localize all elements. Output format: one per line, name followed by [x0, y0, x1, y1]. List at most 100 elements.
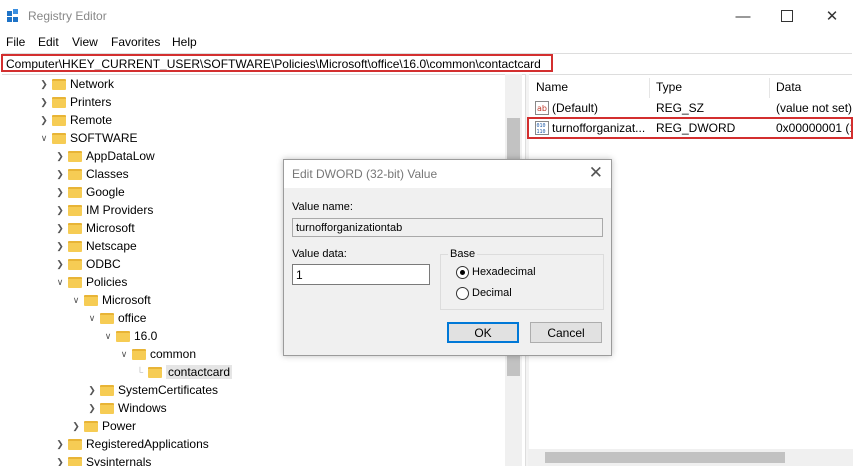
folder-icon	[68, 204, 82, 216]
tree-item-16-0[interactable]: ∨ 16.0	[102, 327, 158, 345]
tree-item-odbc[interactable]: ❯ ODBC	[54, 255, 120, 273]
collapse-icon[interactable]: ∨	[38, 129, 50, 147]
tree-item-policies[interactable]: ∨ Policies	[54, 273, 128, 291]
column-header-data[interactable]: Data	[776, 80, 801, 94]
expand-icon[interactable]: ❯	[86, 399, 98, 417]
address-bar[interactable]: Computer\HKEY_CURRENT_USER\SOFTWARE\Poli…	[2, 53, 852, 75]
column-separator[interactable]	[649, 78, 650, 98]
minimize-button[interactable]: —	[720, 0, 766, 32]
folder-icon	[148, 366, 162, 378]
minimize-icon: —	[735, 7, 751, 25]
folder-icon	[68, 456, 82, 466]
decimal-label[interactable]: Decimal	[472, 287, 512, 299]
collapse-icon[interactable]: ∨	[118, 345, 130, 363]
value-data-input[interactable]: 1	[292, 264, 430, 285]
close-icon: ✕	[588, 163, 603, 182]
column-header-type[interactable]: Type	[656, 80, 682, 94]
tree-item-power[interactable]: ❯ Power	[70, 417, 136, 435]
folder-icon	[116, 330, 130, 342]
value-data: 0x00000001 (1)	[776, 121, 853, 135]
tree-item-software[interactable]: ∨ SOFTWARE	[38, 129, 138, 147]
menu-file[interactable]: File	[6, 35, 25, 49]
svg-text:ab: ab	[537, 104, 547, 113]
expand-icon[interactable]: ❯	[86, 381, 98, 399]
tree-item-google[interactable]: ❯ Google	[54, 183, 124, 201]
collapse-icon[interactable]: ∨	[54, 273, 66, 291]
tree-item-network[interactable]: ❯ Network	[38, 75, 114, 93]
dialog-title-bar: Edit DWORD (32-bit) Value ✕	[284, 160, 611, 188]
tree-item-appdatalow[interactable]: ❯ AppDataLow	[54, 147, 155, 165]
tree-item-printers[interactable]: ❯ Printers	[38, 93, 111, 111]
expand-icon[interactable]: ❯	[54, 219, 66, 237]
binary-value-icon: 010 110	[535, 121, 549, 135]
expand-icon[interactable]: ❯	[54, 165, 66, 183]
tree-item-policies-microsoft[interactable]: ∨ Microsoft	[70, 291, 151, 309]
cancel-button[interactable]: Cancel	[530, 322, 602, 343]
menu-help[interactable]: Help	[172, 35, 197, 49]
expand-icon[interactable]: ❯	[70, 417, 82, 435]
maximize-button[interactable]	[764, 0, 810, 32]
folder-icon	[52, 96, 66, 108]
expand-icon[interactable]: ❯	[38, 75, 50, 93]
address-path[interactable]: Computer\HKEY_CURRENT_USER\SOFTWARE\Poli…	[6, 57, 541, 71]
menu-edit[interactable]: Edit	[38, 35, 59, 49]
folder-icon	[100, 312, 114, 324]
tree-item-registeredapplications[interactable]: ❯ RegisteredApplications	[54, 435, 209, 453]
expand-icon[interactable]: ❯	[54, 435, 66, 453]
folder-icon	[100, 402, 114, 414]
menu-favorites[interactable]: Favorites	[111, 35, 160, 49]
tree-item-common[interactable]: ∨ common	[118, 345, 196, 363]
folder-icon	[84, 294, 98, 306]
tree-item-windows[interactable]: ❯ Windows	[86, 399, 166, 417]
expand-icon[interactable]: ❯	[54, 183, 66, 201]
expand-icon[interactable]: ❯	[54, 201, 66, 219]
hexadecimal-label[interactable]: Hexadecimal	[472, 266, 536, 278]
list-scroll-thumb[interactable]	[545, 452, 785, 463]
tree-item-office[interactable]: ∨ office	[86, 309, 147, 327]
hexadecimal-radio[interactable]	[456, 266, 469, 279]
tree-item-remote[interactable]: ❯ Remote	[38, 111, 112, 129]
menu-bar: File Edit View Favorites Help	[0, 32, 853, 52]
tree-item-netscape[interactable]: ❯ Netscape	[54, 237, 136, 255]
expand-icon[interactable]: ❯	[38, 111, 50, 129]
tree-item-sysinternals[interactable]: ❯ Sysinternals	[54, 453, 151, 466]
value-type: REG_DWORD	[656, 121, 736, 135]
tree-item-classes[interactable]: ❯ Classes	[54, 165, 128, 183]
maximize-icon	[781, 10, 793, 22]
column-separator[interactable]	[769, 78, 770, 98]
edit-dword-dialog: Edit DWORD (32-bit) Value ✕ Value name: …	[283, 159, 612, 356]
tree-connector: └	[136, 367, 144, 377]
folder-icon	[52, 132, 66, 144]
menu-view[interactable]: View	[72, 35, 98, 49]
column-header-name[interactable]: Name	[536, 80, 568, 94]
close-icon: ✕	[825, 8, 839, 25]
expand-icon[interactable]: ❯	[54, 255, 66, 273]
close-button[interactable]: ✕	[809, 0, 853, 32]
collapse-icon[interactable]: ∨	[70, 291, 82, 309]
value-type: REG_SZ	[656, 101, 705, 115]
tree-item-im-providers[interactable]: ❯ IM Providers	[54, 201, 153, 219]
folder-icon	[68, 150, 82, 162]
value-row-turnofforganizationtab[interactable]: 010 110 turnofforganizat... REG_DWORD 0x…	[528, 119, 853, 137]
base-label: Base	[448, 248, 478, 260]
string-value-icon: ab	[535, 101, 549, 115]
window-title: Registry Editor	[28, 9, 107, 23]
ok-button[interactable]: OK	[447, 322, 519, 343]
collapse-icon[interactable]: ∨	[102, 327, 114, 345]
decimal-radio[interactable]	[456, 287, 469, 300]
expand-icon[interactable]: ❯	[54, 453, 66, 466]
expand-icon[interactable]: ❯	[38, 93, 50, 111]
base-groupbox	[440, 254, 604, 310]
dialog-close-button[interactable]: ✕	[589, 163, 603, 183]
expand-icon[interactable]: ❯	[54, 147, 66, 165]
dialog-title: Edit DWORD (32-bit) Value	[292, 167, 438, 181]
svg-text:110: 110	[537, 129, 546, 135]
tree-item-microsoft[interactable]: ❯ Microsoft	[54, 219, 134, 237]
expand-icon[interactable]: ❯	[54, 237, 66, 255]
folder-icon	[52, 78, 66, 90]
value-row-default[interactable]: ab (Default) REG_SZ (value not set)	[528, 99, 853, 117]
folder-icon	[68, 240, 82, 252]
collapse-icon[interactable]: ∨	[86, 309, 98, 327]
tree-item-systemcertificates[interactable]: ❯ SystemCertificates	[86, 381, 218, 399]
tree-item-contactcard[interactable]: └ contactcard	[134, 363, 233, 381]
